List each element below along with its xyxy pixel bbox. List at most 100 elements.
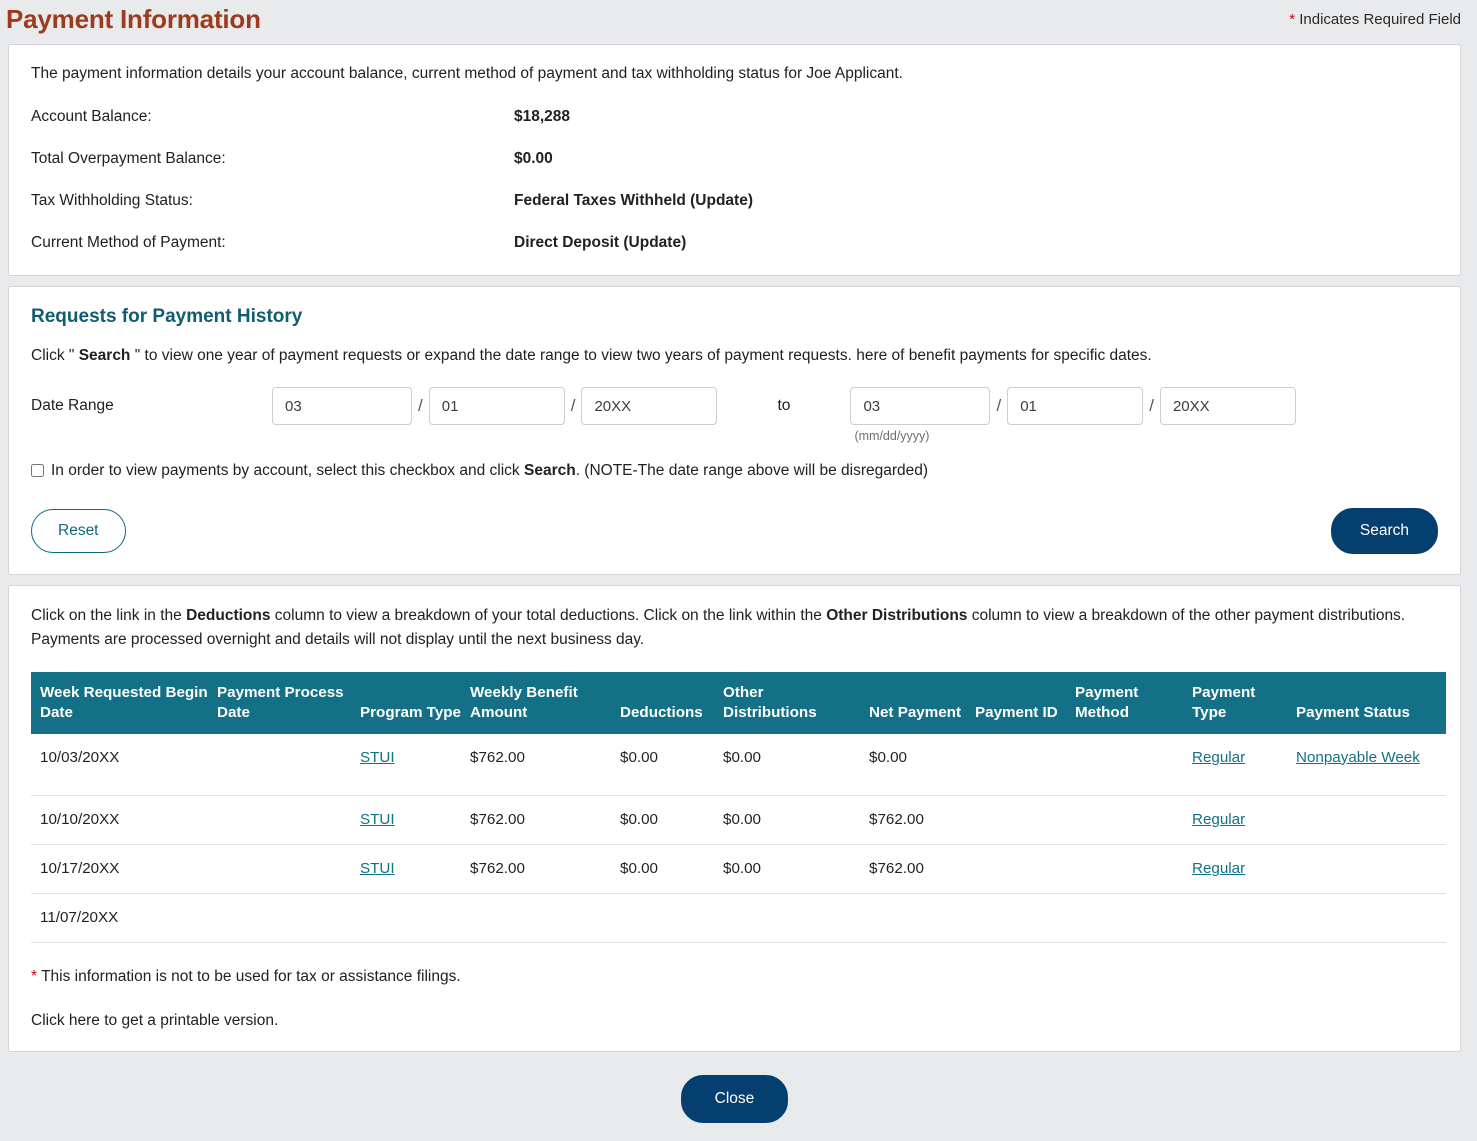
account-balance-value: $18,288 xyxy=(514,107,570,127)
search-instruction-pre: Click " xyxy=(31,347,79,364)
section-title-requests-for-payment-history: Requests for Payment History xyxy=(31,305,1438,329)
date-format-hint: (mm/dd/yyyy) xyxy=(850,429,1295,443)
cell-deductions: $0.00 xyxy=(620,795,723,844)
cell-week-requested-begin-date: 10/03/20XX xyxy=(31,734,217,796)
search-actions: Reset Search xyxy=(31,508,1438,554)
current-method-of-payment-value[interactable]: Direct Deposit (Update) xyxy=(514,233,686,253)
cell-week-requested-begin-date: 11/07/20XX xyxy=(31,893,217,942)
table-header-row: Week Requested Begin Date Payment Proces… xyxy=(31,672,1446,734)
account-balance-label: Account Balance: xyxy=(31,107,514,127)
from-month-input[interactable] xyxy=(272,387,412,425)
from-separator-1: / xyxy=(412,387,429,425)
summary-intro-text: The payment information details your acc… xyxy=(31,63,1438,85)
cell-payment-type-link[interactable]: Regular xyxy=(1192,860,1245,877)
cell-payment-status xyxy=(1296,844,1446,893)
overpayment-balance-value: $0.00 xyxy=(514,149,553,169)
column-header-payment-id: Payment ID xyxy=(975,672,1075,734)
summary-row-current-method-of-payment: Current Method of Payment: Direct Deposi… xyxy=(31,233,1438,253)
cell-payment-method xyxy=(1075,734,1192,796)
search-instruction-post: " to view one year of payment requests o… xyxy=(130,347,1151,364)
search-button[interactable]: Search xyxy=(1331,508,1438,554)
payment-history-search-card: Requests for Payment History Click " Sea… xyxy=(8,286,1461,575)
required-asterisk: * xyxy=(1289,11,1295,28)
column-header-payment-process-date: Payment Process Date xyxy=(217,672,360,734)
to-separator-1: / xyxy=(990,387,1007,425)
cell-payment-method xyxy=(1075,893,1192,942)
cell-payment-id xyxy=(975,734,1075,796)
cell-weekly-benefit-amount: $762.00 xyxy=(470,734,620,796)
results-note-bold-deductions: Deductions xyxy=(186,607,270,624)
column-header-deductions: Deductions xyxy=(620,672,723,734)
cell-payment-method xyxy=(1075,795,1192,844)
to-day-input[interactable] xyxy=(1007,387,1143,425)
cell-program-type-link[interactable]: STUI xyxy=(360,811,395,828)
cell-payment-id xyxy=(975,844,1075,893)
payments-by-account-checkbox[interactable] xyxy=(31,464,44,477)
payment-summary-card: The payment information details your acc… xyxy=(8,44,1461,276)
cell-payment-id xyxy=(975,795,1075,844)
footer-actions: Close xyxy=(0,1062,1469,1141)
from-day-input[interactable] xyxy=(429,387,565,425)
date-range-label: Date Range xyxy=(31,387,272,425)
printable-version-text[interactable]: Click here to get a printable version. xyxy=(31,1011,1438,1031)
cell-payment-process-date xyxy=(217,795,360,844)
cell-payment-method xyxy=(1075,844,1192,893)
cell-program-type-link[interactable]: STUI xyxy=(360,749,395,766)
reset-button[interactable]: Reset xyxy=(31,509,126,553)
column-header-net-payment: Net Payment xyxy=(869,672,975,734)
date-range-to-label: to xyxy=(717,387,850,425)
column-header-other-distributions: Other Distributions xyxy=(723,672,869,734)
cell-net-payment: $762.00 xyxy=(869,844,975,893)
cell-net-payment: $762.00 xyxy=(869,795,975,844)
footnote-text: This information is not to be used for t… xyxy=(37,968,461,985)
cell-payment-process-date xyxy=(217,893,360,942)
cell-net-payment: $0.00 xyxy=(869,734,975,796)
cell-deductions: $0.00 xyxy=(620,734,723,796)
current-method-of-payment-label: Current Method of Payment: xyxy=(31,233,514,253)
payment-history-table: Week Requested Begin Date Payment Proces… xyxy=(31,672,1446,943)
cell-other-distributions: $0.00 xyxy=(723,844,869,893)
cell-program-type xyxy=(360,893,470,942)
cell-payment-status xyxy=(1296,893,1446,942)
cell-other-distributions: $0.00 xyxy=(723,795,869,844)
to-month-input[interactable] xyxy=(850,387,990,425)
cell-weekly-benefit-amount: $762.00 xyxy=(470,844,620,893)
close-button[interactable]: Close xyxy=(681,1075,789,1123)
cell-other-distributions xyxy=(723,893,869,942)
cell-payment-process-date xyxy=(217,844,360,893)
from-year-input[interactable] xyxy=(581,387,717,425)
cell-weekly-benefit-amount: $762.00 xyxy=(470,795,620,844)
cell-program-type-link[interactable]: STUI xyxy=(360,860,395,877)
summary-row-account-balance: Account Balance: $18,288 xyxy=(31,107,1438,127)
cell-week-requested-begin-date: 10/10/20XX xyxy=(31,795,217,844)
cell-weekly-benefit-amount xyxy=(470,893,620,942)
payments-by-account-row: In order to view payments by account, se… xyxy=(31,461,1438,481)
cell-deductions xyxy=(620,893,723,942)
page-header: Payment Information * Indicates Required… xyxy=(0,0,1469,44)
to-year-input[interactable] xyxy=(1160,387,1296,425)
payments-by-account-label-bold: Search xyxy=(524,462,576,479)
table-row: 10/10/20XX STUI $762.00 $0.00 $0.00 $762… xyxy=(31,795,1446,844)
results-instruction-text: Click on the link in the Deductions colu… xyxy=(31,604,1438,652)
table-row: 10/17/20XX STUI $762.00 $0.00 $0.00 $762… xyxy=(31,844,1446,893)
tax-withholding-status-label: Tax Withholding Status: xyxy=(31,191,514,211)
cell-payment-type-link[interactable]: Regular xyxy=(1192,749,1245,766)
cell-payment-type xyxy=(1192,893,1296,942)
column-header-payment-method: Payment Method xyxy=(1075,672,1192,734)
cell-payment-status xyxy=(1296,795,1446,844)
cell-payment-type-link[interactable]: Regular xyxy=(1192,811,1245,828)
summary-row-overpayment-balance: Total Overpayment Balance: $0.00 xyxy=(31,149,1438,169)
column-header-payment-status: Payment Status xyxy=(1296,672,1446,734)
summary-row-tax-withholding-status: Tax Withholding Status: Federal Taxes Wi… xyxy=(31,191,1438,211)
cell-week-requested-begin-date: 10/17/20XX xyxy=(31,844,217,893)
search-instruction-bold: Search xyxy=(79,347,131,364)
cell-payment-process-date xyxy=(217,734,360,796)
required-field-note: * Indicates Required Field xyxy=(1289,0,1461,37)
date-range-to-group: / / (mm/dd/yyyy) xyxy=(850,387,1295,443)
results-note-1: Click on the link in the xyxy=(31,607,186,624)
tax-withholding-status-value[interactable]: Federal Taxes Withheld (Update) xyxy=(514,191,753,211)
column-header-weekly-benefit-amount: Weekly Benefit Amount xyxy=(470,672,620,734)
payments-by-account-label: In order to view payments by account, se… xyxy=(51,461,928,481)
cell-payment-status-link[interactable]: Nonpayable Week xyxy=(1296,749,1420,766)
table-row: 10/03/20XX STUI $762.00 $0.00 $0.00 $0.0… xyxy=(31,734,1446,796)
